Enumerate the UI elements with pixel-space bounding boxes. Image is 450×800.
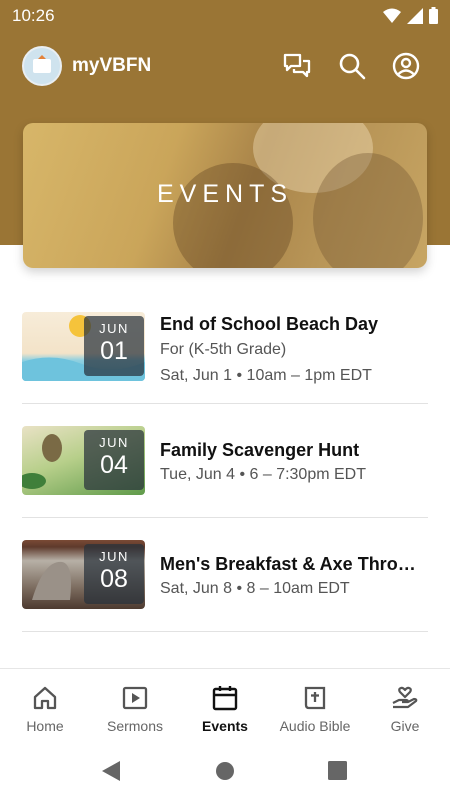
event-item[interactable]: JUN 08 Men's Breakfast & Axe Throwing Sa… — [22, 518, 428, 632]
date-month: JUN — [99, 435, 129, 450]
account-circle-icon — [392, 52, 420, 80]
event-item[interactable]: JUN 04 Family Scavenger Hunt Tue, Jun 4 … — [22, 404, 428, 518]
calendar-icon — [212, 686, 238, 711]
event-title: Men's Breakfast & Axe Throwing — [160, 554, 428, 574]
date-badge: JUN 01 — [84, 316, 144, 376]
home-icon — [33, 686, 57, 710]
date-day: 08 — [100, 565, 128, 593]
date-day: 04 — [100, 451, 128, 479]
signal-icon — [407, 7, 423, 24]
events-hero-banner: EVENTS — [23, 123, 427, 268]
event-subtitle: For (K-5th Grade) — [160, 341, 287, 358]
battery-icon — [429, 7, 438, 24]
search-button[interactable] — [336, 50, 368, 82]
bottom-navigation: Home Sermons Events Audio Bible Give — [0, 668, 450, 743]
date-badge: JUN 04 — [84, 430, 144, 490]
event-datetime: Sat, Jun 8 • 8 – 10am EDT — [160, 580, 350, 597]
nav-give[interactable]: Give — [360, 669, 450, 743]
logo-building — [33, 59, 51, 73]
wifi-icon — [383, 8, 401, 23]
event-thumbnail: JUN 08 — [22, 540, 145, 609]
nav-home[interactable]: Home — [0, 669, 90, 743]
event-title: End of School Beach Day — [160, 314, 379, 334]
event-item[interactable]: JUN 01 End of School Beach Day For (K-5t… — [22, 290, 428, 404]
profile-button[interactable] — [390, 50, 422, 82]
app-title: myVBFN — [72, 55, 152, 76]
event-thumbnail: JUN 04 — [22, 426, 145, 495]
nav-label: Audio Bible — [279, 718, 351, 734]
date-day: 01 — [100, 337, 128, 365]
give-icon — [392, 686, 418, 709]
event-thumbnail: JUN 01 — [22, 312, 145, 381]
status-icons — [383, 7, 438, 24]
bible-icon — [304, 686, 326, 710]
hero-photo-shape — [313, 153, 423, 268]
chat-icon — [283, 53, 311, 78]
messages-button[interactable] — [281, 50, 313, 82]
system-navigation-bar — [0, 742, 450, 800]
nav-label: Home — [26, 718, 64, 734]
status-bar: 10:26 — [0, 0, 450, 32]
nav-label: Sermons — [106, 718, 164, 734]
date-month: JUN — [99, 549, 129, 564]
home-button-icon[interactable] — [215, 761, 235, 781]
event-datetime: Sat, Jun 1 • 10am – 1pm EDT — [160, 367, 372, 384]
hero-title: EVENTS — [156, 180, 294, 208]
nav-label: Events — [202, 718, 248, 734]
event-title: Family Scavenger Hunt — [160, 440, 360, 460]
nav-audio-bible[interactable]: Audio Bible — [270, 669, 360, 743]
play-icon — [122, 686, 148, 710]
church-logo[interactable] — [22, 46, 62, 86]
back-icon[interactable] — [102, 760, 122, 782]
date-badge: JUN 08 — [84, 544, 144, 604]
search-icon — [339, 53, 366, 80]
nav-label: Give — [390, 718, 420, 734]
nav-sermons[interactable]: Sermons — [90, 669, 180, 743]
nav-events[interactable]: Events — [180, 669, 270, 743]
recents-icon[interactable] — [328, 761, 347, 780]
status-time: 10:26 — [12, 6, 55, 25]
event-datetime: Tue, Jun 4 • 6 – 7:30pm EDT — [160, 466, 366, 483]
date-month: JUN — [99, 321, 129, 336]
app-bar: myVBFN — [0, 40, 450, 92]
